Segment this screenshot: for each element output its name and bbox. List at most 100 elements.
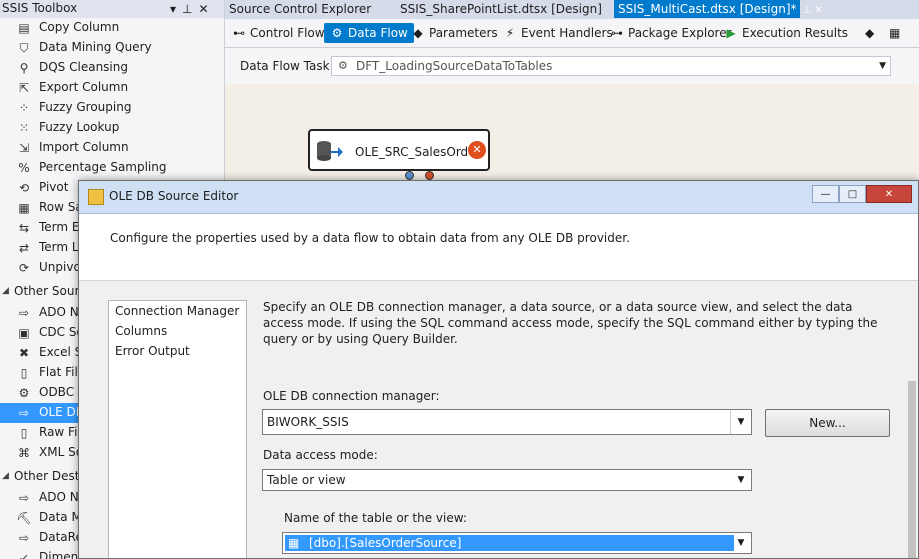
data-flow-task-row: Data Flow Task: ⚙ DFT_LoadingSourceDataT… bbox=[225, 48, 919, 84]
table-view-value: [dbo].[SalesOrderSource] bbox=[309, 536, 462, 550]
ole-db-source-editor-dialog: OLE DB Source Editor — □ ✕ Configure the… bbox=[78, 180, 919, 559]
export-column-icon: ⇱ bbox=[18, 81, 30, 95]
new-connection-button[interactable]: New... bbox=[765, 409, 890, 437]
nav-item-error-output[interactable]: Error Output bbox=[115, 344, 190, 358]
toolbox-item-label: Copy Column bbox=[39, 20, 120, 34]
tab-control-flow[interactable]: ⊷ Control Flow bbox=[232, 23, 325, 43]
toolbox-item[interactable]: ⁙ Fuzzy Lookup bbox=[0, 118, 224, 138]
connection-manager-combo[interactable]: BIWORK_SSIS ▼ bbox=[262, 409, 752, 435]
maximize-icon[interactable]: □ bbox=[839, 185, 866, 203]
tab-pin-close-icon[interactable]: ⊥ ✕ bbox=[803, 5, 823, 16]
tab-label: SSIS_MultiCast.dtsx [Design]* bbox=[618, 2, 797, 16]
grid-options-icon[interactable]: ▦ bbox=[889, 23, 900, 43]
tab-sharepointlist-design[interactable]: SSIS_SharePointList.dtsx [Design] bbox=[400, 0, 602, 18]
expand-collapse-icon[interactable]: ◢ bbox=[2, 286, 9, 296]
nav-item-connection-manager[interactable]: Connection Manager bbox=[115, 304, 239, 318]
xml-source-icon: ⌘ bbox=[18, 446, 30, 460]
tab-data-flow[interactable]: ⚙ Data Flow bbox=[324, 23, 414, 43]
ole-db-source-icon: ⇨ bbox=[18, 406, 30, 420]
raw-file-source-icon: ▯ bbox=[20, 426, 28, 440]
toolbox-item[interactable]: ▤ Copy Column bbox=[0, 18, 224, 38]
chevron-down-icon[interactable]: ▼ bbox=[731, 533, 751, 553]
tab-source-control-explorer[interactable]: Source Control Explorer bbox=[229, 0, 371, 18]
dqs-cleansing-icon: ⚲ bbox=[19, 61, 29, 75]
tab-execution-results[interactable]: ▶ Execution Results bbox=[724, 23, 848, 43]
execution-results-icon: ▶ bbox=[726, 26, 736, 40]
toolbox-close-icon[interactable]: ✕ bbox=[198, 2, 208, 16]
table-view-label: Name of the table or the view: bbox=[284, 511, 467, 525]
tab-multicast-design[interactable]: SSIS_MultiCast.dtsx [Design]* ⊥ ✕ bbox=[614, 0, 823, 18]
chevron-down-icon[interactable]: ▼ bbox=[879, 57, 886, 75]
toolbox-pin-icon[interactable]: ⊥ bbox=[182, 2, 192, 16]
chevron-down-icon[interactable]: ▼ bbox=[730, 410, 751, 434]
excel-source-icon: ✖ bbox=[18, 346, 30, 360]
chevron-down-icon[interactable]: ▼ bbox=[731, 470, 751, 490]
output-port-blue[interactable] bbox=[405, 171, 414, 180]
toolbox-item-label: Unpivo bbox=[39, 260, 81, 274]
row-sampling-icon: ▦ bbox=[18, 201, 30, 215]
data-flow-task-select[interactable]: ⚙ DFT_LoadingSourceDataToTables ▼ bbox=[331, 56, 891, 76]
flat-file-source-icon: ▯ bbox=[20, 366, 28, 380]
toolbox-item[interactable]: ⇲ Import Column bbox=[0, 138, 224, 158]
toolbox-title: SSIS Toolbox bbox=[2, 1, 78, 15]
toolbox-item-label: Row Sa bbox=[39, 200, 83, 214]
package-explorer-icon: ⊶ bbox=[611, 26, 623, 40]
toolbox-dropdown-icon[interactable]: ▾ bbox=[170, 2, 176, 16]
data-flow-task-icon: ⚙ bbox=[338, 59, 348, 72]
data-mining-model-training-icon: ⛏ bbox=[16, 511, 32, 525]
datareader-destination-icon: ⇨ bbox=[18, 531, 30, 545]
toolbox-group-label: Other Sourc bbox=[14, 284, 86, 298]
nav-item-columns[interactable]: Columns bbox=[115, 324, 167, 338]
connection-manager-label: OLE DB connection manager: bbox=[263, 389, 440, 403]
parameters-icon: ◆ bbox=[413, 26, 423, 40]
fuzzy-grouping-icon: ⁘ bbox=[18, 101, 30, 115]
ole-src-salesorder-node[interactable]: OLE_SRC_SalesOrder ✕ bbox=[308, 129, 490, 171]
expand-collapse-icon[interactable]: ◢ bbox=[2, 471, 9, 481]
toolbox-item-label: DQS Cleansing bbox=[39, 60, 128, 74]
tab-label: SSIS_SharePointList.dtsx [Design] bbox=[400, 2, 602, 16]
import-column-icon: ⇲ bbox=[18, 141, 30, 155]
table-view-combo[interactable]: ▦ [dbo].[SalesOrderSource] ▼ bbox=[282, 532, 752, 554]
data-access-mode-combo[interactable]: Table or view ▼ bbox=[262, 469, 752, 491]
event-handlers-icon: ⚡ bbox=[505, 26, 515, 40]
dialog-app-icon bbox=[88, 189, 104, 205]
tab-parameters[interactable]: ◆ Parameters bbox=[411, 23, 497, 43]
toolbox-item-label: Percentage Sampling bbox=[39, 160, 167, 174]
designer-toolbar: ⊷ Control Flow ⚙ Data Flow ◆ Parameters ⚡ Ev… bbox=[225, 19, 919, 48]
toolbox-item[interactable]: ⇱ Export Column bbox=[0, 78, 224, 98]
toolbox-controls: ▾ ⊥ ✕ bbox=[170, 0, 222, 18]
variables-icon[interactable]: ◆ bbox=[865, 23, 874, 43]
toolbox-item[interactable]: % Percentage Sampling bbox=[0, 158, 224, 178]
tab-package-explorer[interactable]: ⊶ Package Explorer bbox=[610, 23, 732, 43]
data-flow-task-value: DFT_LoadingSourceDataToTables bbox=[356, 59, 553, 73]
toolbox-item[interactable]: ⚲ DQS Cleansing bbox=[0, 58, 224, 78]
minimize-icon[interactable]: — bbox=[812, 185, 839, 203]
tab-label: Source Control Explorer bbox=[229, 2, 372, 16]
toolbox-item-label: Export Column bbox=[39, 80, 129, 94]
dialog-scrollbar[interactable] bbox=[908, 381, 916, 558]
data-mining-query-icon: ⛉ bbox=[19, 41, 29, 55]
toolbox-item[interactable]: ⛉ Data Mining Query bbox=[0, 38, 224, 58]
table-icon: ▦ bbox=[288, 536, 300, 550]
data-access-mode-label: Data access mode: bbox=[263, 448, 378, 462]
copy-column-icon: ▤ bbox=[18, 21, 30, 35]
tab-control-flow-label: Control Flow bbox=[250, 26, 325, 40]
tab-event-handlers[interactable]: ⚡ Event Handlers bbox=[503, 23, 613, 43]
dialog-header: Configure the properties used by a data … bbox=[79, 214, 918, 281]
database-source-icon bbox=[317, 141, 343, 161]
tab-package-explorer-label: Package Explorer bbox=[628, 26, 732, 40]
cdc-source-icon: ▣ bbox=[18, 326, 30, 340]
tab-event-handlers-label: Event Handlers bbox=[521, 26, 613, 40]
term-extraction-icon: ⇆ bbox=[18, 221, 30, 235]
fuzzy-lookup-icon: ⁙ bbox=[18, 121, 30, 135]
pivot-icon: ⟲ bbox=[18, 181, 30, 195]
toolbox-item-label: Fuzzy Lookup bbox=[39, 120, 120, 134]
close-icon[interactable]: ✕ bbox=[866, 185, 912, 203]
odbc-source-icon: ⚙ bbox=[18, 386, 30, 400]
percentage-sampling-icon: % bbox=[18, 161, 30, 175]
toolbox-header: SSIS Toolbox ▾ ⊥ ✕ bbox=[0, 0, 224, 18]
toolbox-item[interactable]: ⁘ Fuzzy Grouping bbox=[0, 98, 224, 118]
output-port-red[interactable] bbox=[425, 171, 434, 180]
dialog-header-text: Configure the properties used by a data … bbox=[110, 231, 630, 245]
tab-execution-results-label: Execution Results bbox=[742, 26, 849, 40]
